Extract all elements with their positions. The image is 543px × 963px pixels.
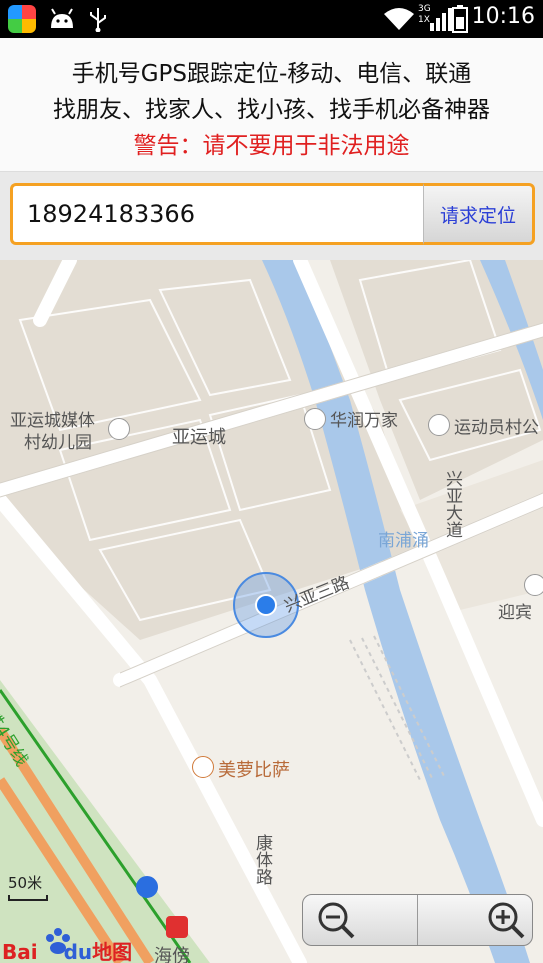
zoom-in-button[interactable] xyxy=(418,895,533,945)
map-view[interactable]: 亚运城媒体 村幼儿园 亚运城 华润万家 运动员村公 兴亚大道 南浦涌 兴亚三路 … xyxy=(0,260,543,963)
clock: 10:16 xyxy=(471,4,535,29)
restaurant-poi-icon[interactable] xyxy=(192,756,214,778)
map-label-athlete-village: 运动员村公 xyxy=(454,418,539,438)
map-label-haibang: 海傍 xyxy=(154,946,190,963)
request-location-button[interactable]: 请求定位 xyxy=(423,183,535,245)
map-label-nanpuyong: 南浦涌 xyxy=(378,531,429,551)
map-label-yingbin: 迎宾 xyxy=(498,603,532,623)
network-type-label: 3G 1X xyxy=(418,4,431,25)
app-launcher-icon xyxy=(8,5,36,33)
usb-icon xyxy=(90,8,106,32)
hotel-poi-icon[interactable] xyxy=(524,574,543,596)
map-label-kindergarten-2: 村幼儿园 xyxy=(24,433,92,453)
zoom-controls xyxy=(302,894,533,946)
map-label-pizza: 美萝比萨 xyxy=(218,760,290,781)
scale-label: 50米 xyxy=(8,874,43,892)
supermarket-poi-icon[interactable] xyxy=(304,408,326,430)
scale-bar xyxy=(8,895,48,901)
map-label-huarun: 华润万家 xyxy=(330,411,398,431)
map-label-kangti-road: 康体路 xyxy=(252,834,272,885)
building-poi-icon[interactable] xyxy=(428,414,450,436)
map-scale: 50米 xyxy=(8,872,48,901)
status-bar: 3G 1X 10:16 xyxy=(0,0,543,38)
zoom-out-icon xyxy=(318,902,355,939)
signal-icon xyxy=(430,8,452,31)
map-label-yayuncheng: 亚运城 xyxy=(172,427,226,448)
metro-station-icon[interactable] xyxy=(166,916,188,938)
app-header: 手机号GPS跟踪定位-移动、电信、联通 找朋友、找家人、找小孩、找手机必备神器 … xyxy=(0,38,543,172)
baidu-map-logo: Bai du地图 xyxy=(2,940,133,963)
header-title-line-1: 手机号GPS跟踪定位-移动、电信、联通 xyxy=(71,61,472,87)
wifi-icon xyxy=(384,8,414,30)
metro-poi-icon[interactable] xyxy=(136,876,158,898)
phone-number-input[interactable] xyxy=(10,183,424,245)
warning-text: 警告：请不要用于非法用途 xyxy=(133,133,410,159)
header-title-line-2: 找朋友、找家人、找小孩、找手机必备神器 xyxy=(53,97,490,123)
current-location-dot xyxy=(255,594,277,616)
search-bar: 请求定位 xyxy=(0,172,543,260)
android-icon xyxy=(51,8,73,28)
zoom-in-icon xyxy=(488,902,525,939)
zoom-out-button[interactable] xyxy=(303,895,418,945)
kindergarten-poi-icon[interactable] xyxy=(108,418,130,440)
battery-icon xyxy=(452,5,468,33)
map-label-xingya-avenue: 兴亚大道 xyxy=(442,470,462,538)
